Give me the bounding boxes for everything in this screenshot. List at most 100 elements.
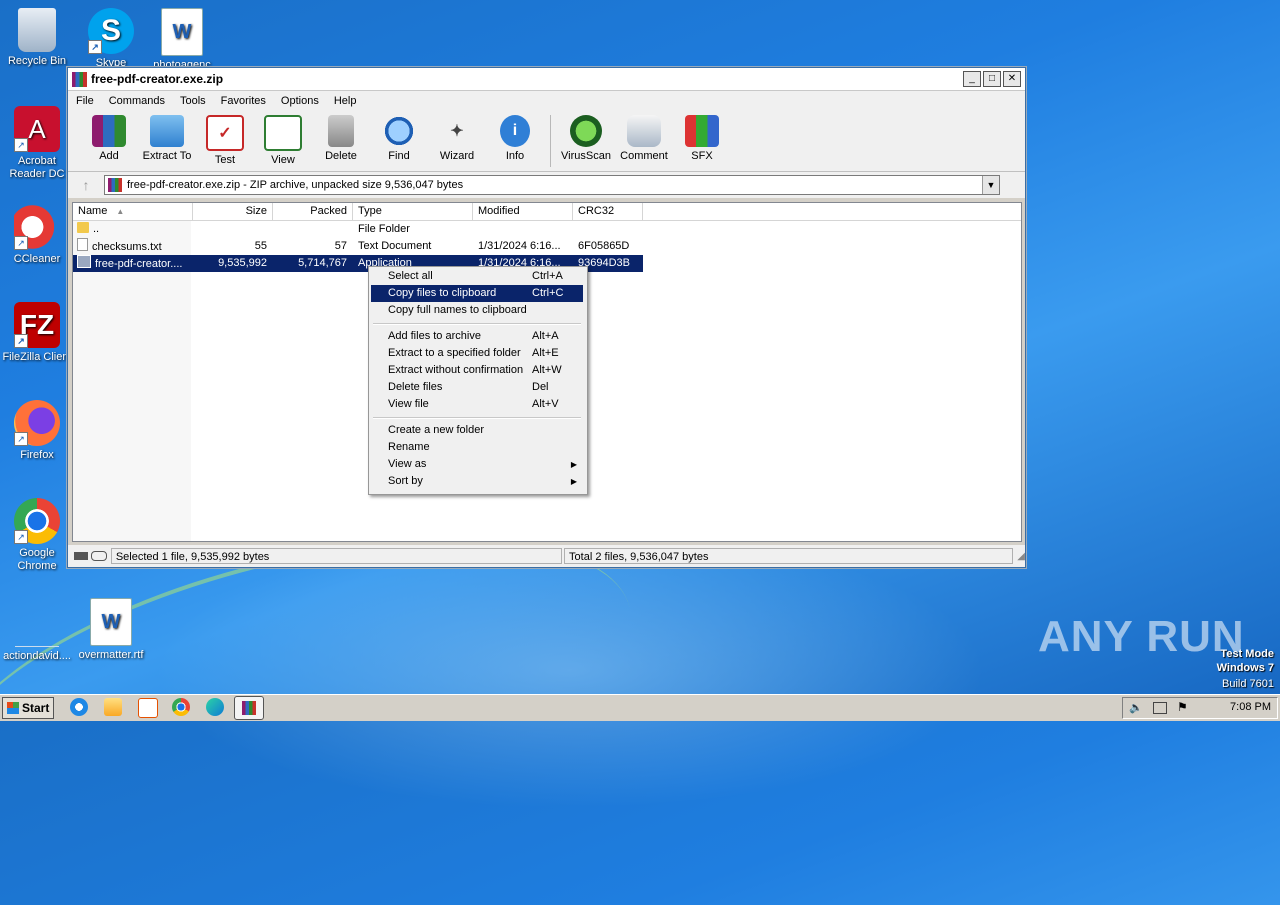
menu-item-select-all[interactable]: Select all Ctrl+A [371,268,583,285]
desktop-icon-recycle-bin[interactable]: Recycle Bin [0,8,74,68]
archive-icon [108,178,122,192]
desktop-icon-photoagenc[interactable]: W photoagenc [145,8,219,72]
menu-help[interactable]: Help [326,95,364,107]
chrome-taskbar-icon[interactable] [172,698,190,716]
key-icon [90,551,107,561]
sort-ascending-icon: ▲ [116,207,125,216]
menu-favorites[interactable]: Favorites [213,95,273,107]
network-icon[interactable] [1153,702,1167,714]
test-button[interactable]: ✓ Test [196,111,254,166]
menu-item-sort-by[interactable]: Sort by ▶ [371,473,583,490]
menu-file[interactable]: File [68,95,101,107]
sfx-box-icon [685,115,719,147]
column-packed[interactable]: Packed [273,203,353,220]
desktop-icon-filezilla[interactable]: FZ ↗ FileZilla Client [0,302,74,364]
up-arrow-icon[interactable]: ↑ [68,177,104,193]
menu-item-view-file[interactable]: View file Alt+V [371,396,583,413]
word-document-icon: W [90,598,132,646]
context-menu: Select all Ctrl+A Copy files to clipboard… [368,266,588,495]
menu-item-new-folder[interactable]: Create a new folder [371,422,583,439]
window-title: free-pdf-creator.exe.zip [91,72,224,86]
drive-icon [74,552,88,560]
wizard-button[interactable]: ✦ Wizard [428,111,486,162]
anyrun-watermark: ANY RUN [1038,612,1245,661]
edge-icon[interactable] [206,698,224,716]
column-crc32[interactable]: CRC32 [573,203,643,220]
path-combobox[interactable]: free-pdf-creator.exe.zip - ZIP archive, … [104,175,1000,195]
resize-grip-icon[interactable]: ◢ [1017,551,1025,562]
delete-button[interactable]: Delete [312,111,370,162]
shortcut-arrow-icon: ↗ [14,432,28,446]
title-bar[interactable]: free-pdf-creator.exe.zip _ □ ✕ [68,68,1025,91]
ie-icon[interactable] [70,698,88,716]
action-center-flag-icon[interactable]: ⚑ [1177,700,1188,714]
status-selection: Selected 1 file, 9,535,992 bytes [110,548,563,564]
shortcut-arrow-icon: ↗ [14,334,28,348]
virusscan-button[interactable]: VirusScan [557,111,615,162]
menu-bar: File Commands Tools Favorites Options He… [68,91,1025,111]
add-button[interactable]: Add [80,111,138,162]
speaker-icon[interactable]: 🔈 [1129,701,1143,714]
comment-button[interactable]: Comment [615,111,673,162]
menu-tools[interactable]: Tools [172,95,213,107]
menu-item-add-files[interactable]: Add files to archive Alt+A [371,328,583,345]
view-button[interactable]: View [254,111,312,166]
desktop-icon-overmatter[interactable]: W overmatter.rtf [74,598,148,662]
menu-item-copy-files[interactable]: Copy files to clipboard Ctrl+C [371,285,583,302]
extract-to-button[interactable]: Extract To [138,111,196,162]
folder-icon [150,115,184,147]
menu-item-extract-no-confirm[interactable]: Extract without confirmation Alt+W [371,362,583,379]
firefox-icon: ↗ [14,400,60,446]
desktop-icon-acrobat[interactable]: A ↗ Acrobat Reader DC [0,106,74,181]
table-row[interactable]: .. File Folder [73,221,643,238]
column-name[interactable]: Name ▲ [73,203,193,220]
ccleaner-icon: ↗ [14,204,60,250]
winrar-taskbar-icon[interactable] [234,696,264,720]
desktop-icon-skype[interactable]: S ↗ Skype [74,8,148,70]
column-modified[interactable]: Modified [473,203,573,220]
close-button[interactable]: ✕ [1003,71,1021,87]
folder-up-icon [77,222,89,233]
table-row[interactable]: checksums.txt 55 57 Text Document 1/31/2… [73,238,643,255]
application-file-icon [77,255,91,268]
menu-item-view-as[interactable]: View as ▶ [371,456,583,473]
desktop-icon-firefox[interactable]: ↗ Firefox [0,400,74,462]
find-button[interactable]: Find [370,111,428,162]
menu-item-copy-full-names[interactable]: Copy full names to clipboard [371,302,583,319]
clock[interactable]: 7:08 PM [1230,701,1271,713]
status-total: Total 2 files, 9,536,047 bytes [564,548,1014,564]
filezilla-icon: FZ ↗ [14,302,60,348]
winrar-app-icon [72,71,87,87]
chevron-down-icon[interactable]: ▼ [982,176,999,194]
menu-separator [373,417,581,419]
shortcut-arrow-icon: ↗ [14,138,28,152]
menu-options[interactable]: Options [273,95,326,107]
minimize-button[interactable]: _ [963,71,981,87]
desktop-icon-ccleaner[interactable]: ↗ CCleaner [0,204,74,266]
maximize-button[interactable]: □ [983,71,1001,87]
chrome-icon: ↗ [14,498,60,544]
sfx-button[interactable]: SFX [673,111,731,162]
desktop-icon-chrome[interactable]: ↗ Google Chrome [0,498,74,573]
blank-file-icon [15,600,59,647]
menu-item-rename[interactable]: Rename [371,439,583,456]
recycle-bin-icon [18,8,56,52]
comment-icon [627,115,661,147]
submenu-arrow-icon: ▶ [570,460,577,469]
menu-commands[interactable]: Commands [101,95,172,107]
info-button[interactable]: i Info [486,111,544,162]
test-mode-line1: Test Mode [1220,648,1274,660]
start-button[interactable]: Start [2,697,54,719]
column-type[interactable]: Type [353,203,473,220]
desktop-icon-actiondavid[interactable]: actiondavid.... [0,600,74,663]
column-size[interactable]: Size [193,203,273,220]
book-icon [264,115,302,151]
explorer-folder-icon[interactable] [104,698,122,716]
media-player-icon[interactable] [138,698,158,718]
address-bar: ↑ free-pdf-creator.exe.zip - ZIP archive… [68,172,1025,198]
menu-item-delete-files[interactable]: Delete files Del [371,379,583,396]
bug-icon [570,115,602,147]
add-icon [92,115,126,147]
menu-item-extract-to[interactable]: Extract to a specified folder Alt+E [371,345,583,362]
shortcut-arrow-icon: ↗ [88,40,102,54]
